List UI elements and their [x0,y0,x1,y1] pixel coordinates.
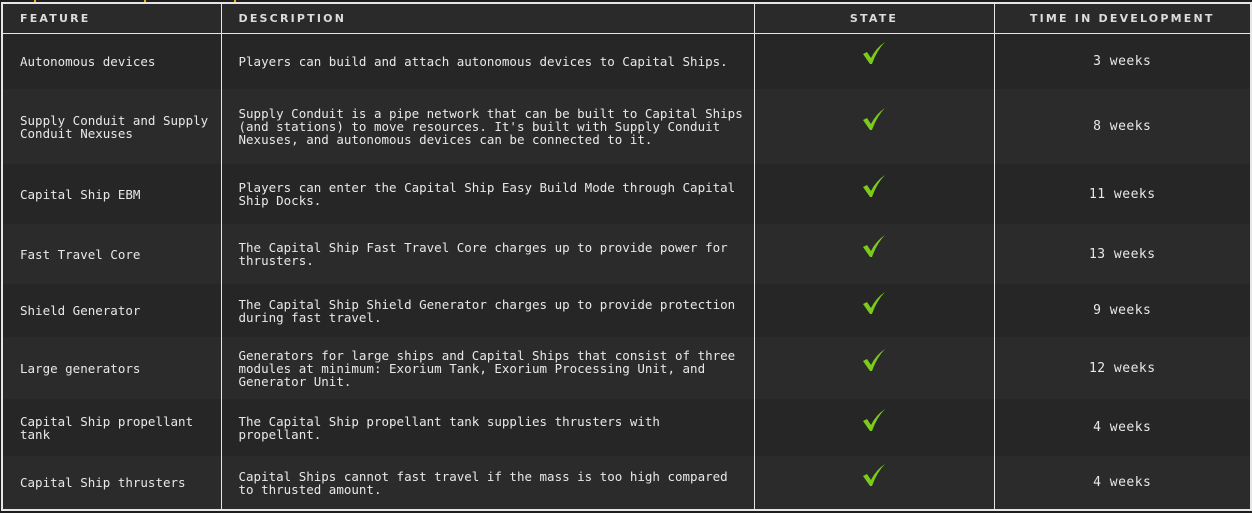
header-state: State [753,3,995,33]
time-cell: 8 weeks [993,89,1252,164]
state-cell [753,164,995,224]
description-cell: Generators for large ships and Capital S… [220,337,755,399]
table-row: Capital Ship EBM Players can enter the Ca… [1,164,1252,224]
header-time: Time in Development [993,3,1252,33]
check-icon [863,463,885,486]
check-icon [863,107,885,130]
time-cell: 11 weeks [993,164,1252,224]
feature-cell: Autonomous devices [1,33,222,89]
feature-cell: Supply Conduit and Supply Conduit Nexuse… [1,89,222,164]
table-row: Fast Travel Core The Capital Ship Fast Tr… [1,224,1252,284]
time-cell: 3 weeks [993,33,1252,89]
table-row: Capital Ship propellant tank The Capital … [1,399,1252,456]
description-cell: The Capital Ship Shield Generator charge… [220,284,755,337]
check-icon [863,42,885,65]
state-cell [753,33,995,89]
state-cell [753,284,995,337]
table-row: Supply Conduit and Supply Conduit Nexuse… [1,89,1252,164]
feature-cell: Shield Generator [1,284,222,337]
description-cell: The Capital Ship Fast Travel Core charge… [220,224,755,284]
table-row: Capital Ship thrusters Capital Ships cann… [1,456,1252,510]
state-cell [753,224,995,284]
check-icon [863,349,885,371]
check-icon [863,291,885,314]
table-row: Shield Generator The Capital Ship Shield … [1,284,1252,337]
description-cell: Supply Conduit is a pipe network that ca… [220,89,755,164]
time-cell: 4 weeks [993,456,1252,510]
feature-cell: Fast Travel Core [1,224,222,284]
feature-table: Feature Description State Time in Develo… [1,2,1252,511]
description-cell: The Capital Ship propellant tank supplie… [220,399,755,456]
table-row: Large generators Generators for large shi… [1,337,1252,399]
header-description: Description [220,3,755,33]
time-cell: 4 weeks [993,399,1252,456]
description-cell: Capital Ships cannot fast travel if the … [220,456,755,510]
feature-cell: Capital Ship propellant tank [1,399,222,456]
table-header-row: Feature Description State Time in Develo… [1,3,1252,33]
check-icon [863,175,885,197]
header-feature: Feature [1,3,222,33]
state-cell [753,89,995,164]
state-cell [753,337,995,399]
check-icon [863,408,885,431]
check-icon [863,235,885,257]
feature-cell: Capital Ship EBM [1,164,222,224]
description-cell: Players can build and attach autonomous … [220,33,755,89]
time-cell: 12 weeks [993,337,1252,399]
time-cell: 9 weeks [993,284,1252,337]
state-cell [753,399,995,456]
description-cell: Players can enter the Capital Ship Easy … [220,164,755,224]
state-cell [753,456,995,510]
table-row: Autonomous devices Players can build and … [1,33,1252,89]
time-cell: 13 weeks [993,224,1252,284]
feature-cell: Large generators [1,337,222,399]
feature-cell: Capital Ship thrusters [1,456,222,510]
